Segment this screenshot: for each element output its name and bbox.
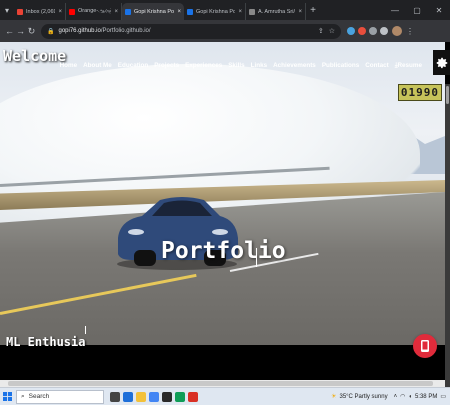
nav-home[interactable]: Home [60,62,78,70]
wifi-icon[interactable]: ◠ [400,393,405,400]
youtube-icon [69,8,75,15]
phone-icon [421,340,429,352]
nav-contact[interactable]: Contact [365,62,388,70]
chrome-icon[interactable] [149,391,159,402]
search-placeholder: Search [28,393,50,400]
close-tab-icon[interactable]: × [238,9,242,15]
new-tab-button[interactable]: + [306,3,320,20]
bookmark-star-icon[interactable]: ☆ [329,27,335,35]
weather-widget[interactable]: ☀ 35°C Partly sunny [331,393,388,401]
gear-icon [436,57,447,68]
tab-gmail[interactable]: Inbox (2,069) - gopikr... × [14,3,66,20]
close-tab-icon[interactable]: × [58,9,62,15]
lock-icon[interactable]: 🔒 [47,28,54,35]
start-button[interactable] [0,388,14,405]
github-icon [187,8,193,15]
volume-icon[interactable]: ◖ [408,394,412,400]
weather-sun-icon: ☀ [331,394,337,400]
tab-portfolio-active[interactable]: Gopi Krishna Portfolio × [122,3,184,20]
pinned-apps [110,391,198,402]
nav-publications[interactable]: Publications [322,62,359,70]
sidepanel-icon[interactable] [380,27,388,35]
app-icon[interactable] [175,391,185,402]
browser-toolbar: ← → ↻ 🔒 gopi76.github.io /Portfolio.gith… [0,20,450,42]
tab-strip: ▾ Inbox (2,069) - gopikr... × Orange-ஆரஞ… [0,0,450,20]
tab-title: Orange-ஆரஞ்சு (Lo... [78,8,111,14]
typed-tagline: ML Enthusia [6,335,86,349]
nav-resume[interactable]: ⤓Resume [395,62,422,70]
horizontal-scrollbar-thumb[interactable] [8,381,433,386]
tab-portfolio[interactable]: Gopi Krishna Portfolio × [184,3,246,20]
hero-title: Portfolio [161,238,286,264]
site-nav: Home About Me Education Projects Experie… [60,62,422,70]
notification-icon[interactable]: ▭ [440,393,446,400]
nav-education[interactable]: Education [118,62,148,70]
app-icon[interactable] [188,391,198,402]
vertical-scrollbar[interactable] [445,84,450,387]
close-tab-icon[interactable]: × [298,9,302,15]
gmail-icon [17,8,23,15]
close-window-icon[interactable]: ✕ [428,0,450,20]
extension-icon[interactable] [358,27,366,35]
reload-icon[interactable]: ↻ [26,26,37,37]
back-icon[interactable]: ← [4,26,15,36]
minimize-icon[interactable]: — [384,0,406,20]
tab-title: Gopi Krishna Portfolio [134,8,175,15]
browser-window: ▾ Inbox (2,069) - gopikr... × Orange-ஆரஞ… [0,0,450,405]
tab-title: Inbox (2,069) - gopikr... [26,8,55,15]
tab-amrutha[interactable]: A. Amrutha Sri/Home × [246,3,306,20]
menu-dots-icon[interactable]: ⋮ [406,27,414,36]
tab-youtube[interactable]: Orange-ஆரஞ்சு (Lo... × [66,3,122,20]
windows-logo-icon [2,392,12,401]
github-icon [125,8,131,15]
url-path: /Portfolio.github.io/ [100,28,151,34]
search-icon: ⌕ [21,392,25,400]
settings-gear-button[interactable] [433,50,450,75]
nav-links[interactable]: Links [251,62,267,70]
taskbar-search[interactable]: ⌕ Search [16,389,104,404]
tab-search-icon[interactable]: ▾ [0,0,14,20]
nav-skills[interactable]: Skills [228,62,244,70]
maximize-icon[interactable]: ▢ [406,0,428,20]
close-tab-icon[interactable]: × [114,9,118,15]
tab-title: Gopi Krishna Portfolio [196,8,236,15]
text-cursor [256,248,257,267]
nav-projects[interactable]: Projects [154,62,179,70]
hero-background [0,42,445,345]
extensions [347,27,388,35]
extension-icon[interactable] [347,27,355,35]
window-controls: — ▢ ✕ [384,0,450,20]
weather-text: 35°C Partly sunny [339,393,388,400]
task-view-icon[interactable] [110,391,120,402]
typing-cursor [85,326,86,334]
tab-title: A. Amrutha Sri/Home [258,8,295,15]
horizontal-scrollbar[interactable] [0,380,445,387]
system-tray: ˄ ◠ ◖ 5:38 PM ▭ [394,393,446,401]
file-explorer-icon[interactable] [136,391,146,402]
address-bar[interactable]: 🔒 gopi76.github.io /Portfolio.github.io/… [41,23,341,39]
puzzle-icon[interactable] [369,27,377,35]
page-icon [249,8,255,15]
chat-fab-button[interactable] [413,334,437,358]
scrollbar-thumb[interactable] [446,86,449,104]
share-icon[interactable]: ⇪ [318,27,324,35]
nav-achievements[interactable]: Achievements [273,62,316,70]
clock[interactable]: 5:38 PM [415,394,437,400]
nav-resume-label: Resume [397,62,423,69]
nav-about-me[interactable]: About Me [83,62,112,70]
chevron-up-icon[interactable]: ˄ [394,394,398,400]
site-brand[interactable]: Welcome [3,47,66,65]
forward-icon[interactable]: → [15,26,26,36]
nav-experiences[interactable]: Experiences [185,62,222,70]
visitor-counter: 01990 [397,84,442,101]
url-host: gopi76.github.io [58,28,101,34]
profile-avatar[interactable] [392,26,402,36]
edge-icon[interactable] [123,391,133,402]
windows-taskbar: ⌕ Search ☀ 35°C Partly sunny ˄ ◠ ◖ 5:38 … [0,387,450,405]
close-tab-icon[interactable]: × [177,9,181,15]
store-icon[interactable] [162,391,172,402]
